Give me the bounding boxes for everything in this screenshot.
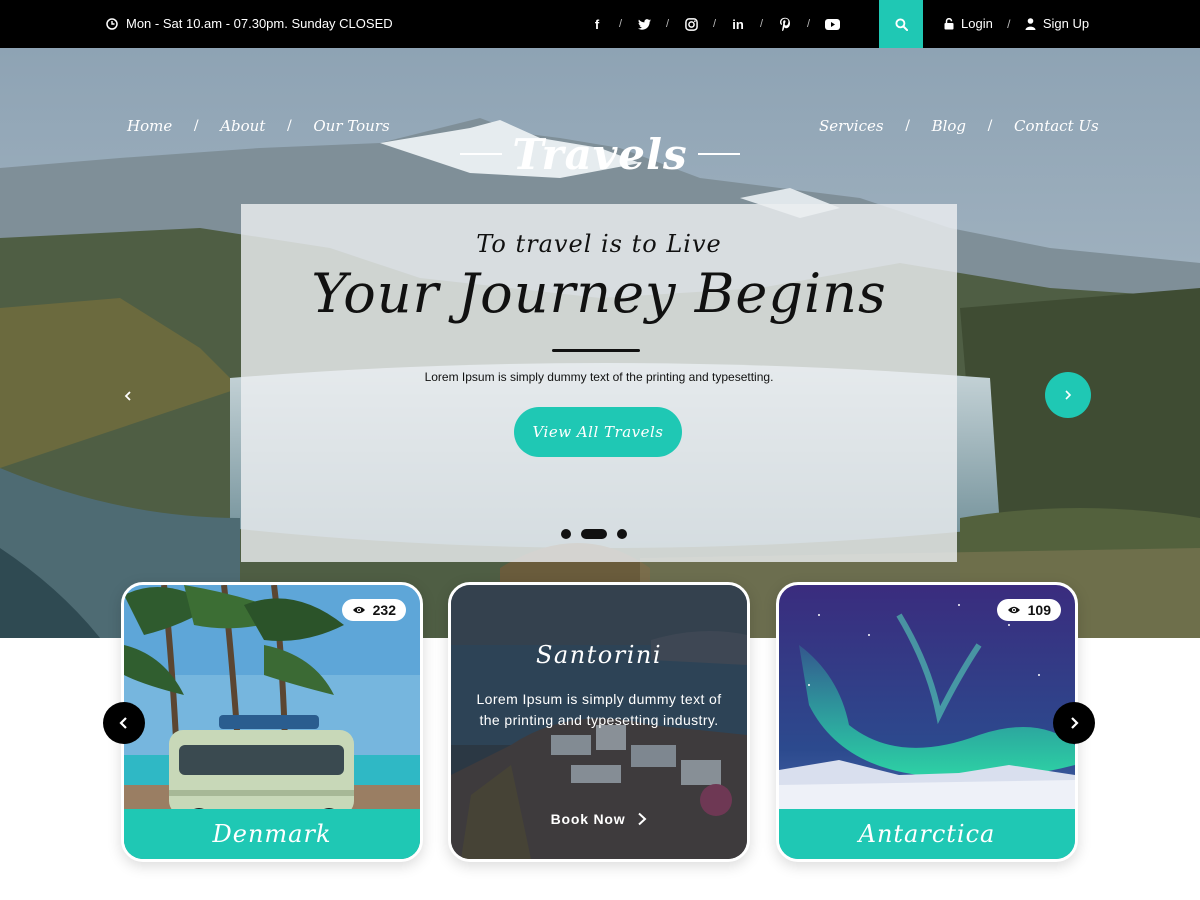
social-separator: / — [712, 18, 717, 30]
logo-line-right — [697, 153, 740, 155]
hero-divider — [552, 349, 640, 352]
signup-link[interactable]: Sign Up — [1025, 16, 1089, 31]
destination-name: Antarctica — [779, 809, 1075, 859]
chevron-right-icon — [1071, 717, 1079, 729]
hero-prev-arrow[interactable] — [118, 386, 138, 406]
logo-line-left — [460, 153, 503, 155]
destination-name: Denmark — [124, 809, 420, 859]
instagram-icon[interactable] — [682, 15, 700, 33]
nav-separator: / — [193, 118, 199, 134]
linkedin-icon[interactable]: in — [729, 15, 747, 33]
main-nav-right: Services / Blog / Contact Us — [819, 96, 1099, 156]
logo-text: Travels — [512, 129, 688, 179]
social-links: f / / / in / / — [588, 15, 841, 33]
nav-link-our-tours[interactable]: Our Tours — [313, 117, 389, 135]
clock-icon — [106, 17, 118, 30]
destination-card-antarctica[interactable]: 109 Antarctica — [776, 582, 1078, 862]
social-separator: / — [759, 18, 764, 30]
nav-link-services[interactable]: Services — [819, 117, 884, 135]
twitter-icon[interactable] — [635, 15, 653, 33]
social-separator: / — [806, 18, 811, 30]
user-icon — [1025, 17, 1036, 30]
nav-separator: / — [287, 118, 292, 134]
book-now-button[interactable]: Book Now — [451, 811, 747, 827]
opening-hours-text: Mon - Sat 10.am - 07.30pm. Sunday CLOSED — [126, 16, 393, 31]
chevron-right-icon — [1065, 390, 1072, 400]
chevron-left-icon — [124, 391, 131, 401]
signup-label: Sign Up — [1042, 16, 1090, 31]
view-all-travels-button[interactable]: View All Travels — [514, 407, 682, 457]
chevron-left-icon — [119, 717, 127, 729]
hero-tagline: To travel is to Live — [476, 230, 722, 258]
nav-link-about[interactable]: About — [220, 117, 265, 135]
slide-dot[interactable] — [617, 529, 627, 539]
nav-separator: / — [987, 118, 993, 134]
card-title: Santorini — [535, 641, 663, 669]
eye-icon — [352, 606, 365, 614]
nav-link-blog[interactable]: Blog — [932, 117, 966, 135]
youtube-icon[interactable] — [823, 15, 841, 33]
facebook-icon[interactable]: f — [588, 15, 606, 33]
unlock-icon — [944, 17, 954, 29]
site-logo[interactable]: Travels — [460, 126, 740, 182]
search-icon — [894, 17, 908, 31]
cards-next-button[interactable] — [1053, 702, 1095, 744]
nav-link-contact-us[interactable]: Contact Us — [1014, 117, 1099, 135]
main-nav-left: Home / About / Our Tours — [127, 96, 390, 156]
pinterest-icon[interactable] — [776, 15, 794, 33]
hero-slide-panel: To travel is to Live Your Journey Begins… — [241, 204, 957, 562]
chevron-right-icon — [638, 812, 647, 826]
auth-separator: / — [1007, 16, 1011, 31]
opening-hours: Mon - Sat 10.am - 07.30pm. Sunday CLOSED — [106, 16, 393, 31]
nav-link-home[interactable]: Home — [127, 117, 172, 135]
hero-headline: Your Journey Begins — [311, 262, 887, 325]
view-count: 232 — [372, 602, 396, 618]
view-count: 109 — [1027, 602, 1051, 618]
destination-card-santorini[interactable]: Santorini Lorem Ipsum is simply dummy te… — [448, 582, 750, 862]
destination-card-denmark[interactable]: 232 Denmark — [121, 582, 423, 862]
card-description: Lorem Ipsum is simply dummy text of the … — [476, 691, 722, 728]
slide-dot[interactable] — [561, 529, 571, 539]
social-separator: / — [665, 18, 670, 30]
auth-links: Login / Sign Up — [944, 16, 1089, 31]
hero-next-arrow[interactable] — [1045, 372, 1091, 418]
slide-dot-active[interactable] — [581, 529, 607, 539]
view-count-badge: 232 — [341, 599, 406, 621]
eye-icon — [1007, 606, 1020, 614]
slide-indicators — [561, 529, 627, 539]
social-separator: / — [618, 18, 623, 30]
view-count-badge: 109 — [996, 599, 1061, 621]
hero-description: Lorem Ipsum is simply dummy text of the … — [424, 370, 774, 384]
login-link[interactable]: Login — [944, 16, 993, 31]
cards-prev-button[interactable] — [103, 702, 145, 744]
nav-separator: / — [905, 118, 910, 134]
search-button[interactable] — [879, 0, 923, 48]
book-now-label: Book Now — [550, 811, 626, 827]
top-bar: Mon - Sat 10.am - 07.30pm. Sunday CLOSED… — [0, 0, 1200, 48]
login-label: Login — [961, 16, 993, 31]
